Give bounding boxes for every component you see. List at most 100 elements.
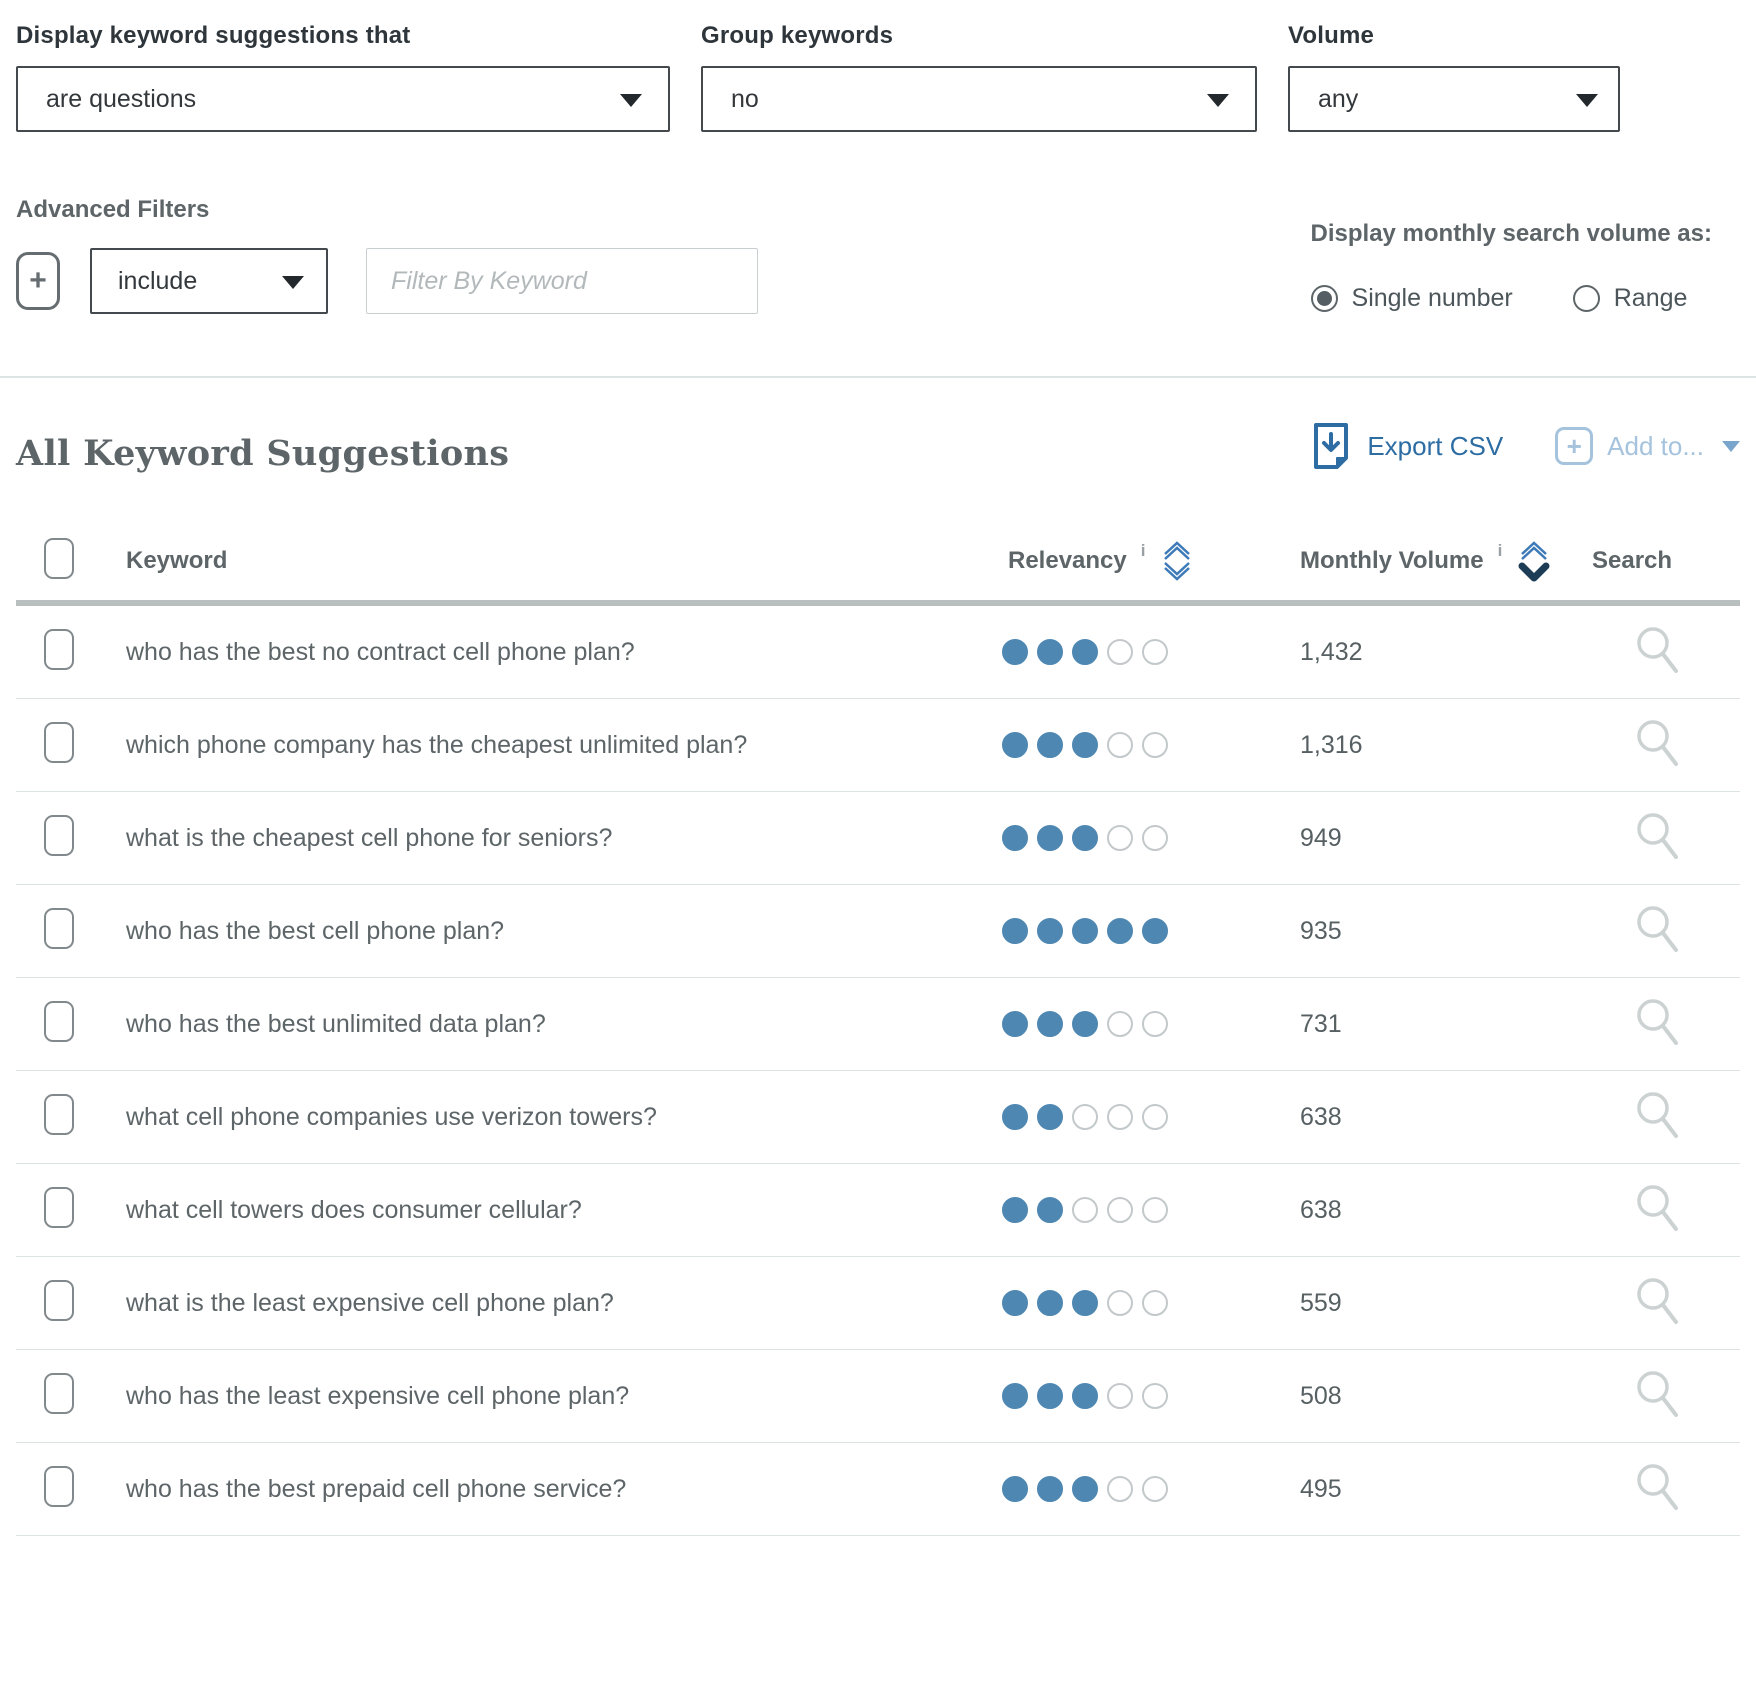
relevancy-dot	[1002, 918, 1028, 944]
relevancy-dot	[1142, 1383, 1168, 1409]
radio-selected-icon[interactable]	[1311, 285, 1338, 312]
volume-select[interactable]: any	[1288, 66, 1620, 132]
filter-group-keywords: Group keywords no	[701, 22, 1257, 132]
radio-single-number[interactable]: Single number	[1311, 284, 1513, 313]
column-header-keyword: Keyword	[126, 547, 1002, 575]
relevancy-dot	[1002, 1290, 1028, 1316]
relevancy-dot	[1107, 1476, 1133, 1502]
filter-by-keyword-input[interactable]	[366, 248, 758, 314]
group-keywords-label: Group keywords	[701, 22, 1257, 50]
row-checkbox[interactable]	[44, 629, 74, 670]
search-keyword-button[interactable]	[1632, 996, 1682, 1048]
relevancy-dot	[1142, 1476, 1168, 1502]
relevancy-dot	[1107, 918, 1133, 944]
table-row: which phone company has the cheapest unl…	[16, 699, 1740, 792]
search-keyword-button[interactable]	[1632, 1275, 1682, 1327]
keyword-cell-label: who has the best cell phone plan?	[126, 917, 1002, 946]
suggestions-select[interactable]: are questions	[16, 66, 670, 132]
keyword-suggestions-table: Keyword Relevancy i Monthly Volume i	[16, 522, 1740, 1536]
add-filter-button[interactable]: +	[16, 252, 60, 310]
volume-display-radio-group: Single number Range	[1311, 284, 1712, 313]
search-keyword-button[interactable]	[1632, 903, 1682, 955]
relevancy-dot	[1002, 1197, 1028, 1223]
group-keywords-select[interactable]: no	[701, 66, 1257, 132]
relevancy-dot	[1072, 918, 1098, 944]
column-header-relevancy: Relevancy i	[1002, 538, 1300, 584]
row-checkbox[interactable]	[44, 1094, 74, 1135]
radio-range[interactable]: Range	[1573, 284, 1688, 313]
search-icon	[1632, 1461, 1682, 1513]
relevancy-dot	[1002, 1476, 1028, 1502]
volume-display-options: Display monthly search volume as: Single…	[1311, 220, 1712, 313]
search-keyword-button[interactable]	[1632, 810, 1682, 862]
relevancy-dot	[1142, 825, 1168, 851]
volume-value: 1,316	[1300, 731, 1592, 760]
table-header-row: Keyword Relevancy i Monthly Volume i	[16, 522, 1740, 606]
relevancy-dots	[1002, 1197, 1300, 1223]
search-icon	[1632, 903, 1682, 955]
row-checkbox[interactable]	[44, 815, 74, 856]
include-select[interactable]: include	[90, 248, 328, 314]
row-checkbox[interactable]	[44, 908, 74, 949]
page-title: All Keyword Suggestions	[16, 433, 509, 474]
relevancy-dot	[1107, 639, 1133, 665]
relevancy-dot	[1072, 639, 1098, 665]
table-row: who has the best no contract cell phone …	[16, 606, 1740, 699]
table-row: what cell phone companies use verizon to…	[16, 1071, 1740, 1164]
export-csv-button[interactable]: Export CSV	[1311, 422, 1503, 470]
relevancy-dot	[1037, 1383, 1063, 1409]
chevron-down-icon	[1722, 441, 1740, 452]
row-checkbox[interactable]	[44, 1187, 74, 1228]
relevancy-dot	[1142, 732, 1168, 758]
table-row: what is the least expensive cell phone p…	[16, 1257, 1740, 1350]
radio-unselected-icon[interactable]	[1573, 285, 1600, 312]
info-icon[interactable]: i	[1141, 541, 1146, 561]
add-to-button[interactable]: + Add to...	[1555, 427, 1740, 465]
info-icon[interactable]: i	[1498, 541, 1503, 561]
keyword-cell-label: what is the least expensive cell phone p…	[126, 1289, 1002, 1318]
keyword-cell-label: which phone company has the cheapest unl…	[126, 731, 1002, 760]
search-keyword-button[interactable]	[1632, 1182, 1682, 1234]
chevron-down-icon	[620, 94, 642, 107]
table-row: who has the best prepaid cell phone serv…	[16, 1443, 1740, 1536]
relevancy-dot	[1002, 732, 1028, 758]
relevancy-dot	[1072, 825, 1098, 851]
row-checkbox[interactable]	[44, 1001, 74, 1042]
row-checkbox[interactable]	[44, 1373, 74, 1414]
suggestions-section-header: All Keyword Suggestions Export CSV + Add…	[16, 422, 1740, 474]
relevancy-dot	[1037, 918, 1063, 944]
sort-monthly-volume-icon[interactable]	[1518, 538, 1550, 584]
sort-relevancy-icon[interactable]	[1161, 538, 1193, 584]
section-actions: Export CSV + Add to...	[1311, 422, 1740, 474]
relevancy-dot	[1107, 1104, 1133, 1130]
relevancy-dot	[1142, 639, 1168, 665]
search-keyword-button[interactable]	[1632, 1461, 1682, 1513]
search-keyword-button[interactable]	[1632, 1368, 1682, 1420]
search-icon	[1632, 1182, 1682, 1234]
search-icon	[1632, 717, 1682, 769]
search-icon	[1632, 1089, 1682, 1141]
row-checkbox[interactable]	[44, 1280, 74, 1321]
keyword-explorer-page: Display keyword suggestions that are que…	[0, 0, 1756, 1536]
filter-bar: Display keyword suggestions that are que…	[16, 0, 1740, 132]
export-csv-label: Export CSV	[1367, 431, 1503, 462]
relevancy-dot	[1037, 1011, 1063, 1037]
search-keyword-button[interactable]	[1632, 1089, 1682, 1141]
relevancy-dot	[1072, 1290, 1098, 1316]
search-icon	[1632, 996, 1682, 1048]
row-checkbox[interactable]	[44, 1466, 74, 1507]
filter-volume: Volume any	[1288, 22, 1620, 132]
search-keyword-button[interactable]	[1632, 624, 1682, 676]
row-checkbox[interactable]	[44, 722, 74, 763]
relevancy-dot	[1072, 1476, 1098, 1502]
suggestions-filter-label: Display keyword suggestions that	[16, 22, 670, 50]
select-all-checkbox[interactable]	[44, 538, 74, 579]
volume-value: 495	[1300, 1475, 1592, 1504]
volume-value: 949	[1300, 824, 1592, 853]
volume-value: 638	[1300, 1196, 1592, 1225]
search-keyword-button[interactable]	[1632, 717, 1682, 769]
plus-icon: +	[1555, 427, 1593, 465]
relevancy-dot	[1037, 1476, 1063, 1502]
relevancy-dot	[1072, 1104, 1098, 1130]
relevancy-dot	[1107, 825, 1133, 851]
